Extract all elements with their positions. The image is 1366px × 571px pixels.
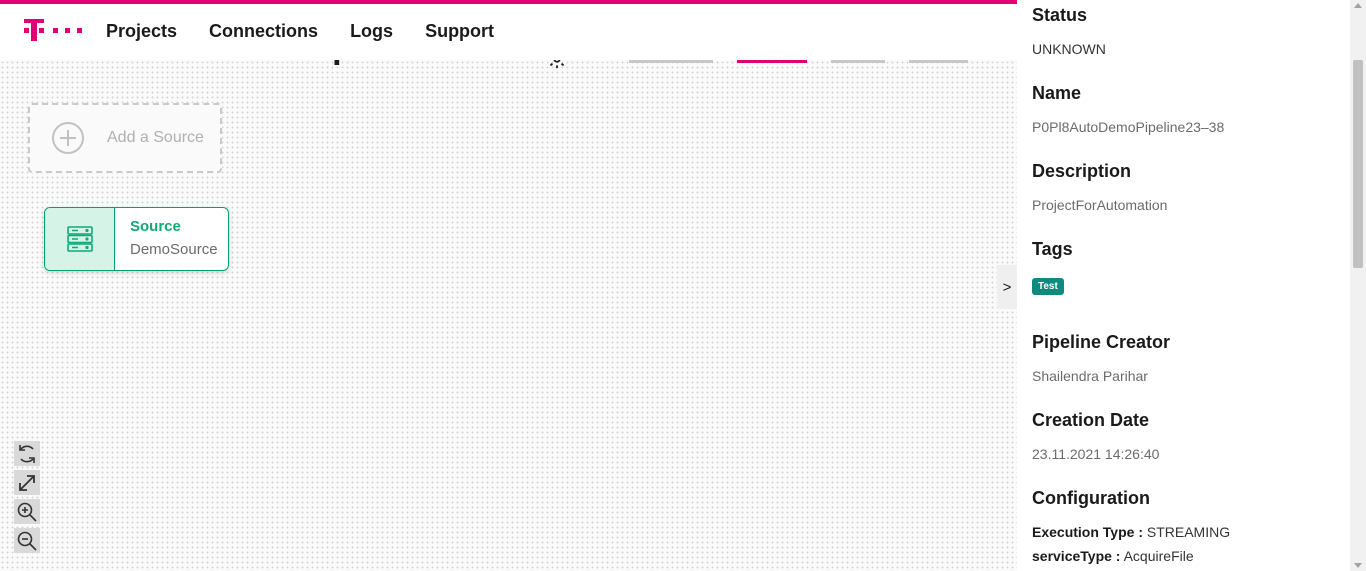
status-label: Status	[1032, 5, 1088, 25]
top-navbar: Projects Connections Logs Support	[0, 0, 1017, 60]
fit-icon[interactable]	[14, 470, 40, 495]
configuration-label: Configuration	[1032, 488, 1150, 508]
description-label: Description	[1032, 161, 1132, 181]
collapse-panel-button[interactable]: >	[997, 265, 1017, 309]
nav-connections[interactable]: Connections	[209, 21, 318, 42]
tag-badge: Test	[1032, 278, 1064, 295]
server-icon	[45, 208, 115, 270]
source-node-type: Source	[130, 218, 181, 235]
app-root: P0Pl8AutoDemoPipeline23–... Projects Con…	[0, 0, 1366, 571]
name-label: Name	[1032, 83, 1082, 103]
nav-projects[interactable]: Projects	[106, 21, 177, 42]
execution-type-line: Execution Type : STREAMING	[1032, 524, 1230, 540]
zoom-in-icon[interactable]	[14, 499, 40, 524]
tab-indicator-active[interactable]	[737, 60, 807, 63]
nav-logs[interactable]: Logs	[350, 21, 393, 42]
scroll-up-icon[interactable]	[1354, 3, 1362, 8]
details-scrollbar[interactable]	[1350, 0, 1366, 571]
creation-date-value: 23.11.2021 14:26:40	[1032, 446, 1160, 462]
execution-type-value: STREAMING	[1146, 524, 1231, 540]
source-node[interactable]: Source DemoSource	[44, 207, 229, 271]
service-type-line: serviceType : AcquireFile	[1032, 548, 1194, 564]
refresh-icon[interactable]	[14, 441, 40, 466]
tab-indicator-1[interactable]	[629, 60, 713, 63]
pipeline-canvas[interactable]	[0, 0, 1017, 571]
pipeline-details-panel: Status UNKNOWN Name P0Pl8AutoDemoPipelin…	[1017, 0, 1350, 571]
service-type-value: AcquireFile	[1123, 548, 1194, 564]
name-value: P0Pl8AutoDemoPipeline23–38	[1032, 119, 1225, 135]
telekom-logo[interactable]	[24, 16, 82, 46]
status-value: UNKNOWN	[1032, 41, 1106, 57]
tab-indicator-3[interactable]	[831, 60, 885, 63]
main-nav: Projects Connections Logs Support	[106, 21, 494, 42]
tab-indicator-4[interactable]	[909, 60, 968, 63]
service-type-key: serviceType :	[1032, 548, 1121, 564]
add-source-label: Add a Source	[107, 129, 204, 146]
pipeline-creator-value: Shailendra Parihar	[1032, 368, 1148, 384]
plus-circle-icon	[52, 122, 84, 154]
scrollbar-thumb[interactable]	[1353, 60, 1363, 268]
canvas-controls	[14, 441, 40, 553]
add-source-button[interactable]: Add a Source	[28, 103, 222, 173]
source-node-name: DemoSource	[130, 241, 218, 258]
tags-label: Tags	[1032, 239, 1073, 259]
execution-type-key: Execution Type :	[1032, 524, 1143, 540]
scroll-down-icon[interactable]	[1354, 563, 1362, 568]
nav-support[interactable]: Support	[425, 21, 494, 42]
description-value: ProjectForAutomation	[1032, 197, 1168, 213]
pipeline-creator-label: Pipeline Creator	[1032, 332, 1171, 352]
zoom-out-icon[interactable]	[14, 528, 40, 553]
creation-date-label: Creation Date	[1032, 410, 1150, 430]
